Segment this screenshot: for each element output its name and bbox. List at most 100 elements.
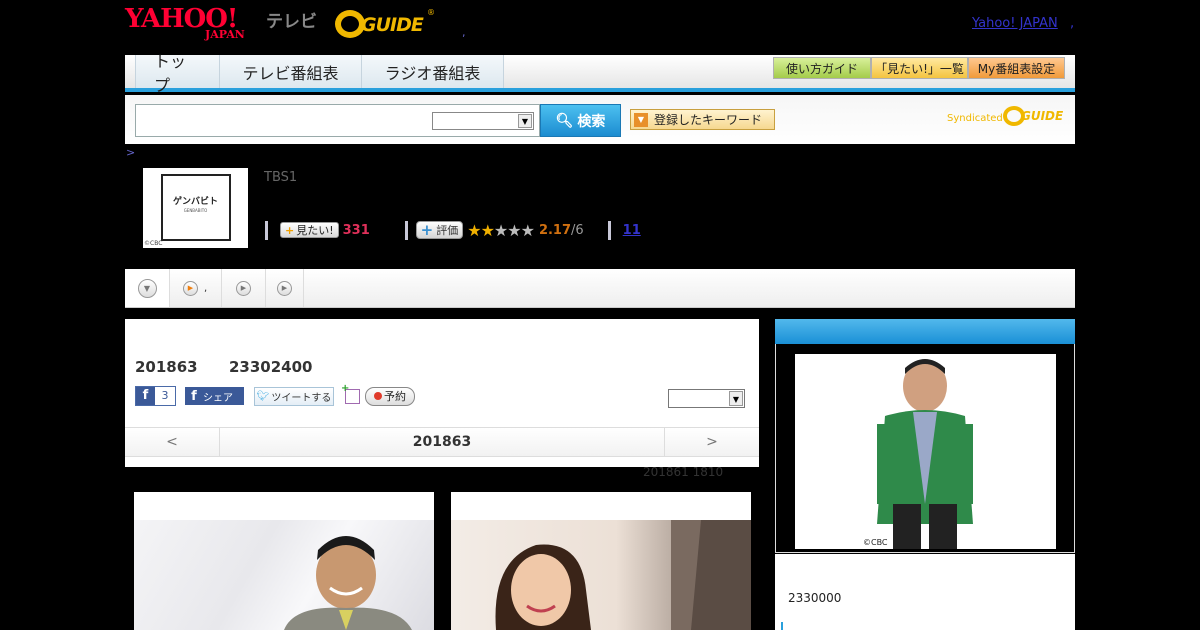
add-calendar-icon[interactable] [341, 383, 360, 404]
presenter-figure-image [495, 520, 751, 630]
facebook-like-count[interactable]: f 3 [135, 386, 176, 406]
facebook-icon: f [136, 387, 155, 405]
twitter-bird-icon: 🐦︎ [256, 390, 270, 402]
subtab-info[interactable]: ▶ [222, 269, 266, 307]
header-link-separator: , [1070, 16, 1075, 31]
star-empty-icon: ★ [493, 220, 508, 240]
rating-max: /6 [571, 222, 584, 238]
star-empty-icon: ★ [520, 220, 535, 240]
japan-logo-text: JAPAN [205, 28, 245, 41]
share-row: f 3 f シェア 🐦︎ ツイートする 予約 [135, 383, 415, 406]
stats-divider [607, 220, 611, 240]
reserve-label: 予約 [384, 390, 406, 403]
tweet-button[interactable]: 🐦︎ ツイートする [254, 386, 334, 406]
global-nav: トップ テレビ番組表 ラジオ番組表 使い方ガイド 「見たい!」一覧 My番組表設… [125, 52, 1075, 95]
sidebar-accent-bar [781, 622, 783, 630]
plus-icon: + [420, 221, 434, 239]
reviews-count-link[interactable]: 11 [623, 223, 641, 238]
stats-divider [404, 220, 408, 240]
star-empty-icon: ★ [507, 220, 521, 240]
sidebar-header [775, 319, 1075, 344]
sidebar-photo-box: ©CBC [775, 344, 1075, 553]
star-filled-icon: ★ [480, 220, 495, 240]
rate-label: 評価 [436, 224, 459, 237]
pager-current-date: 201863 [412, 434, 472, 450]
triangle-down-icon: ▼ [634, 112, 648, 127]
tab-tv-listings[interactable]: テレビ番組表 [219, 55, 362, 88]
rating-stars: ★★★★★ [467, 220, 535, 240]
search-icon: 🔍︎ [555, 112, 574, 129]
gguide-reg-mark: ® [427, 8, 435, 17]
syndicated-label: Syndicated [947, 113, 1003, 124]
record-dot-icon [374, 392, 382, 400]
program-logo-title: ゲンバビト [172, 197, 218, 207]
stats-divider [265, 220, 268, 240]
want-to-watch-button[interactable]: + 見たい! [280, 222, 339, 238]
dropdown-arrow-icon: ▼ [729, 391, 743, 406]
cast-photo-copyright: ©CBC [863, 538, 888, 547]
yahoo-japan-link[interactable]: Yahoo! JAPAN [972, 16, 1058, 31]
syndicated-gguide-logo: Syndicated GUIDE [947, 106, 1065, 130]
page: YAHOO! JAPAN テレビ GUIDE ® , Yahoo! JAPAN … [0, 0, 1200, 630]
cast-photo[interactable]: ©CBC [795, 354, 1056, 549]
gguide-logo-text: GUIDE [361, 14, 424, 36]
header-separator: , [462, 26, 466, 39]
syndicated-logo-text: GUIDE [1021, 109, 1064, 123]
sidebar-info: 2330000 [775, 554, 1075, 630]
dropdown-arrow-icon: ▼ [518, 114, 532, 128]
program-thumbnail: ゲンバビト GENBABITO ©CBC [143, 168, 248, 248]
program-subtabs: ▼ ▶ , ▶ ▶ [125, 269, 1075, 308]
tv-label[interactable]: テレビ [266, 7, 317, 32]
breadcrumb[interactable]: > [126, 146, 135, 159]
registered-keywords-button[interactable]: ▼ 登録したキーワード [630, 109, 775, 130]
gguide-logo[interactable]: GUIDE ® [335, 8, 435, 40]
pager-prev-button[interactable]: < [125, 428, 220, 456]
play-icon: ▶ [236, 280, 251, 296]
nav-buttons: 使い方ガイド 「見たい!」一覧 My番組表設定 [773, 57, 1065, 79]
episode-photo[interactable] [451, 492, 751, 630]
episode-select[interactable]: ▼ [668, 389, 745, 408]
play-icon: ▶ [183, 280, 198, 296]
tab-radio-listings[interactable]: ラジオ番組表 [361, 55, 504, 88]
search-bar: ▼ 🔍︎ 検索 ▼ 登録したキーワード Syndicated GUIDE [125, 95, 1075, 144]
search-button[interactable]: 🔍︎ 検索 [540, 104, 621, 137]
episode-time: 23302400 [229, 358, 313, 376]
episode-pager: < 201863 > [125, 427, 759, 457]
yahoo-japan-logo[interactable]: YAHOO! JAPAN [125, 6, 265, 42]
search-category-select[interactable]: ▼ [432, 112, 534, 130]
want-to-watch-list-button[interactable]: 「見たい!」一覧 [871, 57, 968, 79]
reserve-recording-button[interactable]: 予約 [365, 386, 415, 406]
episode-photo[interactable] [134, 492, 434, 630]
subtab-episodes[interactable]: ▼ [125, 269, 170, 307]
play-icon: ▶ [277, 280, 292, 296]
usage-guide-button[interactable]: 使い方ガイド [773, 57, 871, 79]
episode-date: 201863 [135, 358, 198, 376]
pager-next-button[interactable]: > [664, 428, 759, 456]
subtab-reviews[interactable]: ▶ [266, 269, 304, 307]
tab-top[interactable]: トップ [135, 52, 220, 95]
sidebar-value: 2330000 [788, 591, 842, 605]
cast-figure-image [877, 359, 973, 549]
thumbnail-copyright: ©CBC [144, 240, 163, 247]
star-filled-icon: ★ [467, 220, 481, 240]
subtab-broadcast[interactable]: ▶ , [170, 269, 222, 307]
facebook-icon: f [191, 388, 197, 404]
episode-photo-image [451, 520, 751, 630]
host-figure-image [284, 536, 412, 630]
want-to-watch-label: 見たい! [296, 224, 334, 237]
program-stats: + 見たい! 331 + 評価 ★★★★★ 2.17 /6 11 [265, 219, 641, 241]
program-logo-subtitle: GENBABITO [183, 208, 208, 213]
episode-photo-image [134, 520, 434, 630]
registered-keywords-label: 登録したキーワード [654, 113, 763, 127]
nav-tabs: トップ テレビ番組表 ラジオ番組表 [135, 52, 504, 95]
tweet-label: ツイートする [271, 392, 332, 404]
facebook-count: 3 [155, 387, 175, 405]
episode-panel: 201863 23302400 f 3 f シェア 🐦︎ ツイートする 予約 [125, 319, 759, 467]
facebook-share-button[interactable]: f シェア [185, 387, 244, 405]
facebook-share-label: シェア [203, 392, 233, 404]
chevron-down-icon: ▼ [137, 278, 157, 298]
rate-button[interactable]: + 評価 [415, 221, 464, 239]
my-listings-settings-button[interactable]: My番組表設定 [968, 57, 1065, 79]
updated-timestamp: 201861 1810 [643, 465, 724, 479]
channel-name: TBS1 [264, 170, 298, 185]
